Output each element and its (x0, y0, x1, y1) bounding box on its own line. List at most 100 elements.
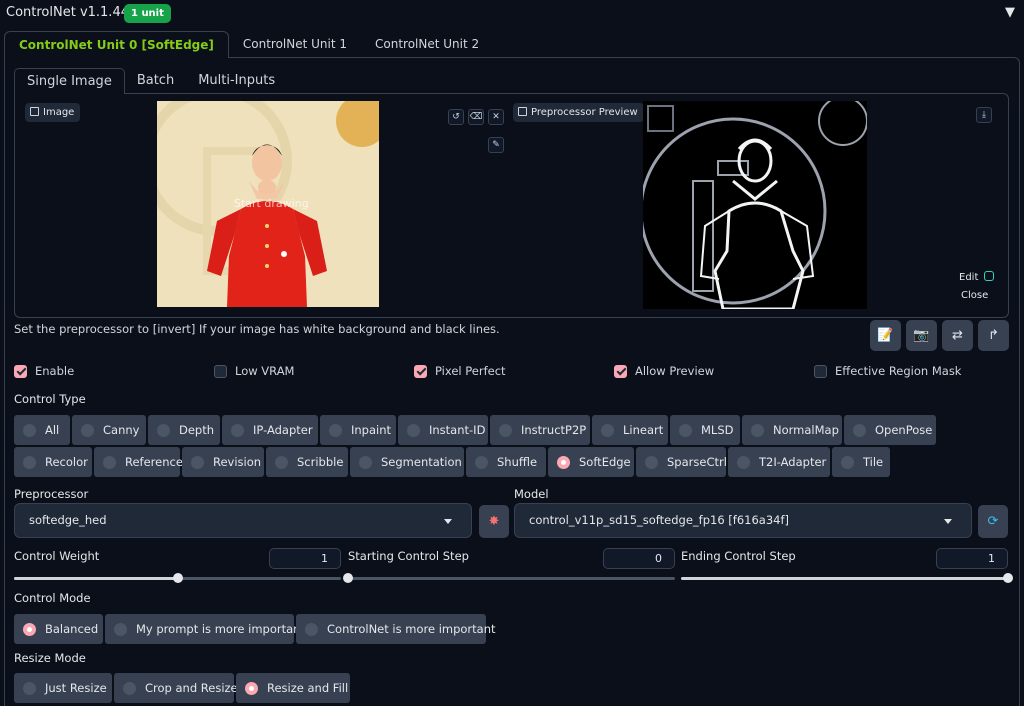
radio-dot[interactable] (679, 423, 692, 437)
control-type-mlsd[interactable]: MLSD (670, 415, 740, 445)
radio-dot[interactable] (305, 622, 318, 636)
radio-dot[interactable] (103, 455, 116, 469)
checkbox-box[interactable] (614, 364, 627, 378)
control-type-softedge[interactable]: SoftEdge (548, 447, 634, 477)
enable-checkbox[interactable]: Enable (14, 364, 74, 378)
control-type-shuffle[interactable]: Shuffle (466, 447, 546, 477)
checkbox-box[interactable] (814, 364, 827, 378)
radio-dot[interactable] (114, 622, 127, 636)
starting-step-input[interactable]: 0 (603, 548, 675, 569)
control-weight-input[interactable]: 1 (269, 548, 341, 569)
control-type-inpaint[interactable]: Inpaint (320, 415, 396, 445)
radio-dot[interactable] (499, 423, 512, 437)
control-type-canny[interactable]: Canny (72, 415, 146, 445)
radio-dot[interactable] (329, 423, 342, 437)
radio-dot[interactable] (359, 455, 372, 469)
slider-thumb[interactable] (1003, 573, 1013, 583)
tab-unit-1[interactable]: ControlNet Unit 1 (229, 31, 361, 58)
starting-step-slider[interactable] (343, 573, 675, 583)
control-mode-balanced[interactable]: Balanced (14, 614, 103, 644)
radio-dot[interactable] (601, 423, 614, 437)
control-type-sparsectrl[interactable]: SparseCtrl (636, 447, 727, 477)
allow-preview-checkbox[interactable]: Allow Preview (614, 364, 714, 378)
radio-label: IP-Adapter (253, 423, 313, 437)
control-type-instant-id[interactable]: Instant-ID (398, 415, 488, 445)
download-icon[interactable]: ⤓ (976, 107, 992, 123)
camera-icon[interactable]: 📷 (906, 320, 937, 351)
radio-dot[interactable] (191, 455, 204, 469)
model-dropdown[interactable]: control_v11p_sd15_softedge_fp16 [f616a34… (514, 503, 972, 538)
resize-mode-resize-and-fill[interactable]: Resize and Fill (236, 673, 350, 703)
radio-dot[interactable] (407, 423, 420, 437)
radio-dot[interactable] (645, 455, 658, 469)
radio-dot[interactable] (123, 681, 136, 695)
slider-thumb[interactable] (343, 573, 353, 583)
control-mode-controlnet-is-more-important[interactable]: ControlNet is more important (296, 614, 496, 644)
radio-dot[interactable] (475, 455, 488, 469)
invert-hint: Set the preprocessor to [invert] If your… (14, 322, 500, 336)
radio-dot[interactable] (23, 455, 36, 469)
radio-dot[interactable] (245, 681, 258, 695)
control-type-normalmap[interactable]: NormalMap (742, 415, 842, 445)
close-button[interactable]: Close (961, 290, 988, 301)
tab-unit-2[interactable]: ControlNet Unit 2 (361, 31, 493, 58)
control-type-recolor[interactable]: Recolor (14, 447, 92, 477)
control-type-ip-adapter[interactable]: IP-Adapter (222, 415, 318, 445)
control-weight-slider[interactable] (14, 573, 341, 583)
control-type-t2i-adapter[interactable]: T2I-Adapter (728, 447, 830, 477)
radio-dot[interactable] (737, 455, 750, 469)
send-dimensions-icon[interactable]: ↱ (978, 320, 1009, 351)
control-type-instructp2p[interactable]: InstructP2P (490, 415, 590, 445)
control-type-all[interactable]: All (14, 415, 70, 445)
radio-dot[interactable] (557, 455, 570, 469)
edit-button[interactable]: Edit (959, 271, 994, 283)
radio-dot[interactable] (841, 455, 854, 469)
resize-mode-crop-and-resize[interactable]: Crop and Resize (114, 673, 238, 703)
control-type-scribble[interactable]: Scribble (266, 447, 348, 477)
preprocessor-dropdown[interactable]: softedge_hed (14, 503, 472, 538)
radio-dot[interactable] (853, 423, 866, 437)
resize-mode-just-resize[interactable]: Just Resize (14, 673, 112, 703)
tab-batch[interactable]: Batch (125, 68, 186, 94)
control-type-lineart[interactable]: Lineart (592, 415, 668, 445)
low-vram-checkbox[interactable]: Low VRAM (214, 364, 294, 378)
refresh-icon[interactable]: ⟳ (978, 505, 1008, 538)
tab-unit-0[interactable]: ControlNet Unit 0 [SoftEdge] (4, 31, 229, 58)
radio-dot[interactable] (23, 423, 36, 437)
close-icon[interactable]: ✕ (488, 109, 504, 125)
radio-dot[interactable] (23, 622, 36, 636)
run-preprocessor-icon[interactable]: ✸ (479, 505, 509, 538)
pixel-perfect-checkbox[interactable]: Pixel Perfect (414, 364, 506, 378)
radio-label: Revision (213, 455, 262, 469)
radio-dot[interactable] (275, 455, 288, 469)
swap-icon[interactable]: ⇄ (942, 320, 973, 351)
slider-thumb[interactable] (172, 573, 183, 583)
tab-single-image[interactable]: Single Image (14, 68, 125, 94)
ending-step-slider[interactable] (681, 573, 1013, 583)
control-type-tile[interactable]: Tile (832, 447, 890, 477)
control-type-segmentation[interactable]: Segmentation (350, 447, 464, 477)
triangle-down-icon[interactable]: ▼ (1005, 5, 1015, 20)
eraser-icon[interactable]: ⌫ (468, 109, 484, 125)
checkbox-box[interactable] (414, 364, 427, 378)
create-canvas-icon[interactable]: 📝 (870, 320, 901, 351)
effective-region-mask-checkbox[interactable]: Effective Region Mask (814, 364, 961, 378)
radio-dot[interactable] (157, 423, 170, 437)
tab-multi-inputs[interactable]: Multi-Inputs (186, 68, 287, 94)
brush-icon[interactable]: ✎ (488, 137, 504, 153)
checkbox-box[interactable] (214, 364, 227, 378)
control-type-openpose[interactable]: OpenPose (844, 415, 936, 445)
radio-dot[interactable] (231, 423, 244, 437)
control-type-depth[interactable]: Depth (148, 415, 220, 445)
control-type-revision[interactable]: Revision (182, 447, 264, 477)
ending-step-input[interactable]: 1 (936, 548, 1008, 569)
radio-dot[interactable] (23, 681, 36, 695)
control-mode-my-prompt-is-more-important[interactable]: My prompt is more important (105, 614, 305, 644)
radio-dot[interactable] (81, 423, 94, 437)
radio-dot[interactable] (751, 423, 764, 437)
undo-icon[interactable]: ↺ (448, 109, 464, 125)
checkbox-box[interactable] (14, 364, 27, 378)
control-type-row-1: All Canny Depth IP-Adapter Inpaint Instant-ID… (14, 415, 936, 445)
control-type-reference[interactable]: Reference (94, 447, 183, 477)
input-image-canvas[interactable]: Start drawing (157, 101, 379, 307)
